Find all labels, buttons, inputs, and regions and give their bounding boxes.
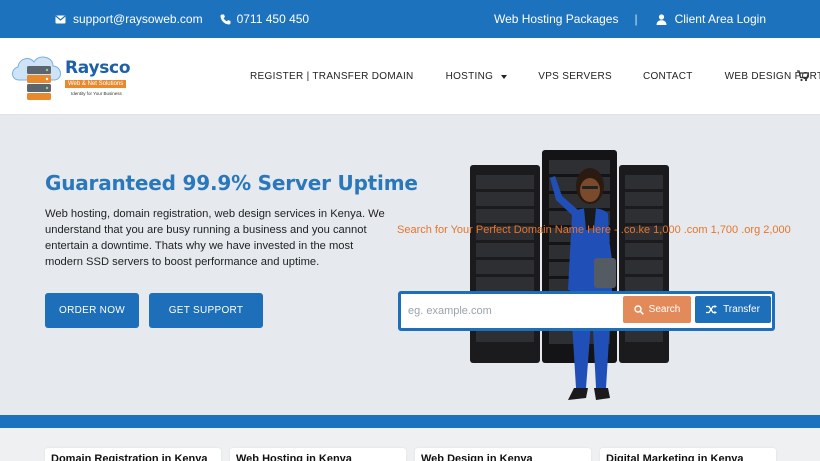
nav-contact[interactable]: CONTACT bbox=[643, 71, 693, 82]
email-icon bbox=[55, 15, 66, 23]
domain-search-input[interactable] bbox=[408, 299, 618, 323]
get-support-button[interactable]: GET SUPPORT bbox=[149, 293, 263, 328]
logo-tagline: Web & Net Solutions bbox=[65, 80, 127, 88]
service-card-web-hosting[interactable]: Web Hosting in Kenya bbox=[230, 448, 406, 461]
domain-promo-text: Search for Your Perfect Domain Name Here… bbox=[397, 224, 791, 236]
phone-number[interactable]: 0711 450 450 bbox=[237, 12, 310, 26]
search-button-label: Search bbox=[648, 304, 681, 315]
presenter-illustration bbox=[550, 168, 616, 400]
search-icon bbox=[633, 304, 644, 315]
order-now-button[interactable]: ORDER NOW bbox=[45, 293, 139, 328]
caret-down-icon bbox=[501, 74, 508, 79]
main-navbar: Raysco Web & Net Solutions Identity for … bbox=[0, 38, 820, 115]
topbar-separator: | bbox=[634, 12, 638, 26]
service-card-digital-marketing[interactable]: Digital Marketing in Kenya bbox=[600, 448, 776, 461]
cloud-server-icon bbox=[12, 56, 61, 100]
service-card-web-design[interactable]: Web Design in Kenya bbox=[415, 448, 591, 461]
section-divider-bar bbox=[0, 415, 820, 428]
transfer-button-label: Transfer bbox=[723, 304, 760, 315]
domain-transfer-button[interactable]: Transfer bbox=[695, 296, 771, 323]
hero-section: Guaranteed 99.9% Server Uptime Web hosti… bbox=[0, 115, 820, 415]
shuffle-icon bbox=[706, 305, 718, 314]
nav-hosting[interactable]: HOSTING bbox=[446, 71, 508, 82]
logo-brand: Raysco bbox=[65, 58, 131, 78]
domain-search-box: Search Transfer bbox=[398, 291, 775, 331]
logo-slogan: Identity for Your Business bbox=[71, 91, 122, 96]
email-link[interactable]: support@raysoweb.com bbox=[73, 12, 203, 26]
service-card-domain-registration[interactable]: Domain Registration in Kenya bbox=[45, 448, 221, 461]
nav-vps-servers[interactable]: VPS SERVERS bbox=[538, 71, 612, 82]
domain-search-button[interactable]: Search bbox=[623, 296, 691, 323]
raysco-logo[interactable]: Raysco Web & Net Solutions Identity for … bbox=[9, 52, 131, 102]
services-strip: Domain Registration in Kenya Web Hosting… bbox=[0, 428, 820, 461]
contact-info: support@raysoweb.com 0711 450 450 bbox=[55, 12, 309, 26]
phone-icon bbox=[220, 14, 231, 24]
client-login-link[interactable]: Client Area Login bbox=[656, 12, 766, 26]
nav-hosting-label: HOSTING bbox=[445, 71, 494, 82]
cart-icon[interactable] bbox=[797, 70, 809, 82]
hosting-packages-link[interactable]: Web Hosting Packages bbox=[494, 12, 619, 26]
hero-intro: Web hosting, domain registration, web de… bbox=[45, 208, 385, 268]
nav-register-transfer-domain[interactable]: REGISTER | TRANSFER DOMAIN bbox=[250, 71, 414, 82]
top-bar: support@raysoweb.com 0711 450 450 Web Ho… bbox=[0, 0, 820, 38]
main-menu: REGISTER | TRANSFER DOMAIN HOSTING VPS S… bbox=[250, 71, 820, 82]
hero-headline: Guaranteed 99.9% Server Uptime bbox=[45, 171, 418, 195]
user-icon bbox=[656, 13, 667, 25]
client-login-label: Client Area Login bbox=[674, 12, 766, 26]
